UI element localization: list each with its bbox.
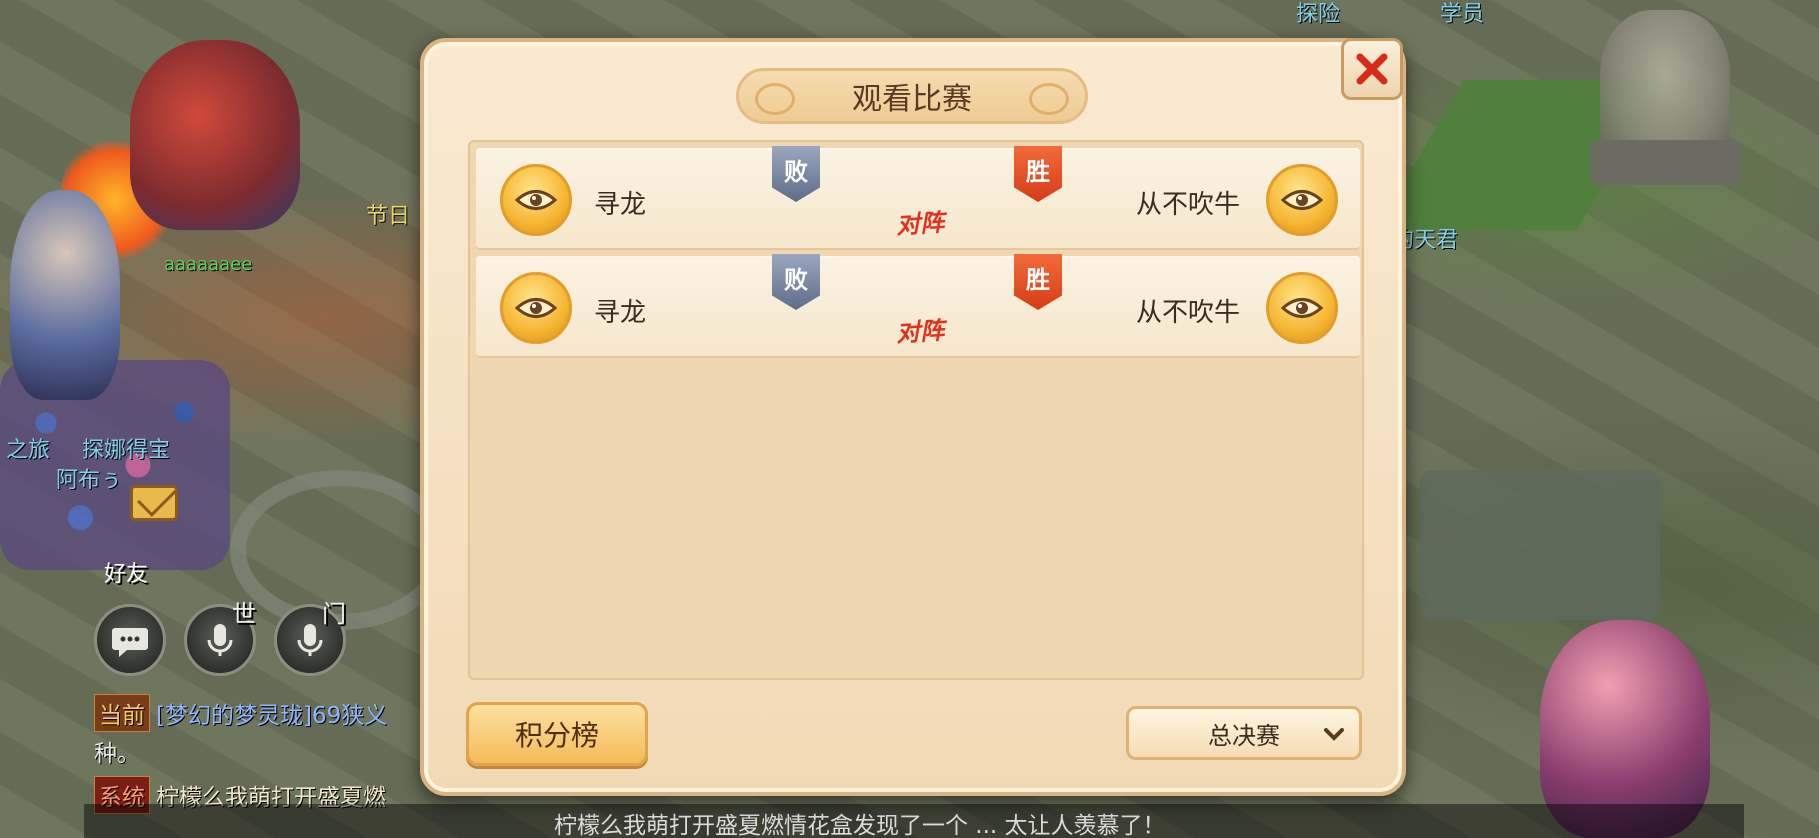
stage-select[interactable]: 总决赛 bbox=[1126, 706, 1362, 760]
watch-match-dialog: 观看比赛 寻龙 败 对阵 胜 从不吹牛 寻龙 败 对阵 胜 从不吹牛 积分榜 总… bbox=[420, 38, 1406, 796]
close-icon bbox=[1356, 53, 1388, 85]
watch-right-button[interactable] bbox=[1266, 164, 1338, 236]
faction-channel-tag: 门 bbox=[322, 600, 346, 628]
chat-line: 种。 bbox=[94, 741, 140, 767]
right-player-name: 从不吹牛 bbox=[1135, 190, 1240, 220]
eye-icon bbox=[1281, 298, 1323, 318]
player-character[interactable] bbox=[10, 190, 120, 400]
lose-badge: 败 bbox=[772, 146, 820, 202]
friends-button[interactable]: 好友 bbox=[104, 556, 148, 588]
scene-nametag: 节日 bbox=[366, 204, 411, 229]
dialog-title: 观看比赛 bbox=[852, 82, 972, 117]
stage-select-value: 总决赛 bbox=[1208, 721, 1280, 750]
win-badge: 胜 bbox=[1014, 146, 1062, 202]
left-player-name: 寻龙 bbox=[594, 190, 647, 220]
vs-label: 对阵 bbox=[895, 316, 946, 348]
scene-nametag: 学员 bbox=[1440, 2, 1485, 27]
eye-icon bbox=[515, 190, 557, 210]
chat-line[interactable]: 当前 [梦幻的梦灵珑]69狭义 bbox=[94, 694, 387, 732]
stone-fountain bbox=[1420, 470, 1660, 620]
chevron-down-icon bbox=[1324, 728, 1344, 741]
close-button[interactable] bbox=[1341, 38, 1403, 100]
match-list[interactable]: 寻龙 败 对阵 胜 从不吹牛 寻龙 败 对阵 胜 从不吹牛 bbox=[468, 140, 1364, 680]
statue-base bbox=[1590, 140, 1740, 185]
world-channel-tag: 世 bbox=[232, 600, 256, 628]
dialog-title-plaque: 观看比赛 bbox=[736, 68, 1088, 124]
watch-right-button[interactable] bbox=[1266, 272, 1338, 344]
vs-label: 对阵 bbox=[895, 208, 946, 240]
marquee-text: 柠檬么我萌打开盛夏燃情花盒发现了一个 ... 太让人羡慕了！ bbox=[554, 813, 1166, 838]
chat-button[interactable] bbox=[94, 604, 166, 676]
left-player-name: 寻龙 bbox=[594, 298, 647, 328]
scene-nametag: 探险 bbox=[1296, 2, 1341, 27]
scene-nametag: 阿布ぅ bbox=[56, 468, 123, 493]
watch-left-button[interactable] bbox=[500, 272, 572, 344]
mounted-character[interactable] bbox=[130, 40, 300, 230]
announcement-marquee: 柠檬么我萌打开盛夏燃情花盒发现了一个 ... 太让人羡慕了！ bbox=[84, 804, 1744, 838]
match-row: 寻龙 败 对阵 胜 从不吹牛 bbox=[476, 254, 1360, 358]
chat-bubble-icon bbox=[112, 628, 148, 657]
leaderboard-button[interactable]: 积分榜 bbox=[466, 702, 648, 766]
scene-nametag: 之旅 bbox=[6, 438, 51, 463]
win-badge: 胜 bbox=[1014, 254, 1062, 310]
scene-nametag: aaaaaaee bbox=[164, 254, 253, 275]
mail-icon[interactable] bbox=[130, 485, 178, 521]
channel-badge: 当前 bbox=[94, 694, 150, 732]
eye-icon bbox=[515, 298, 557, 318]
match-row: 寻龙 败 对阵 胜 从不吹牛 bbox=[476, 146, 1360, 250]
eye-icon bbox=[1281, 190, 1323, 210]
right-player-name: 从不吹牛 bbox=[1135, 298, 1240, 328]
scene-nametag: 探娜得宝 bbox=[82, 438, 171, 463]
lose-badge: 败 bbox=[772, 254, 820, 310]
chat-message: [梦幻的梦灵珑]69狭义 bbox=[156, 703, 388, 729]
watch-left-button[interactable] bbox=[500, 164, 572, 236]
